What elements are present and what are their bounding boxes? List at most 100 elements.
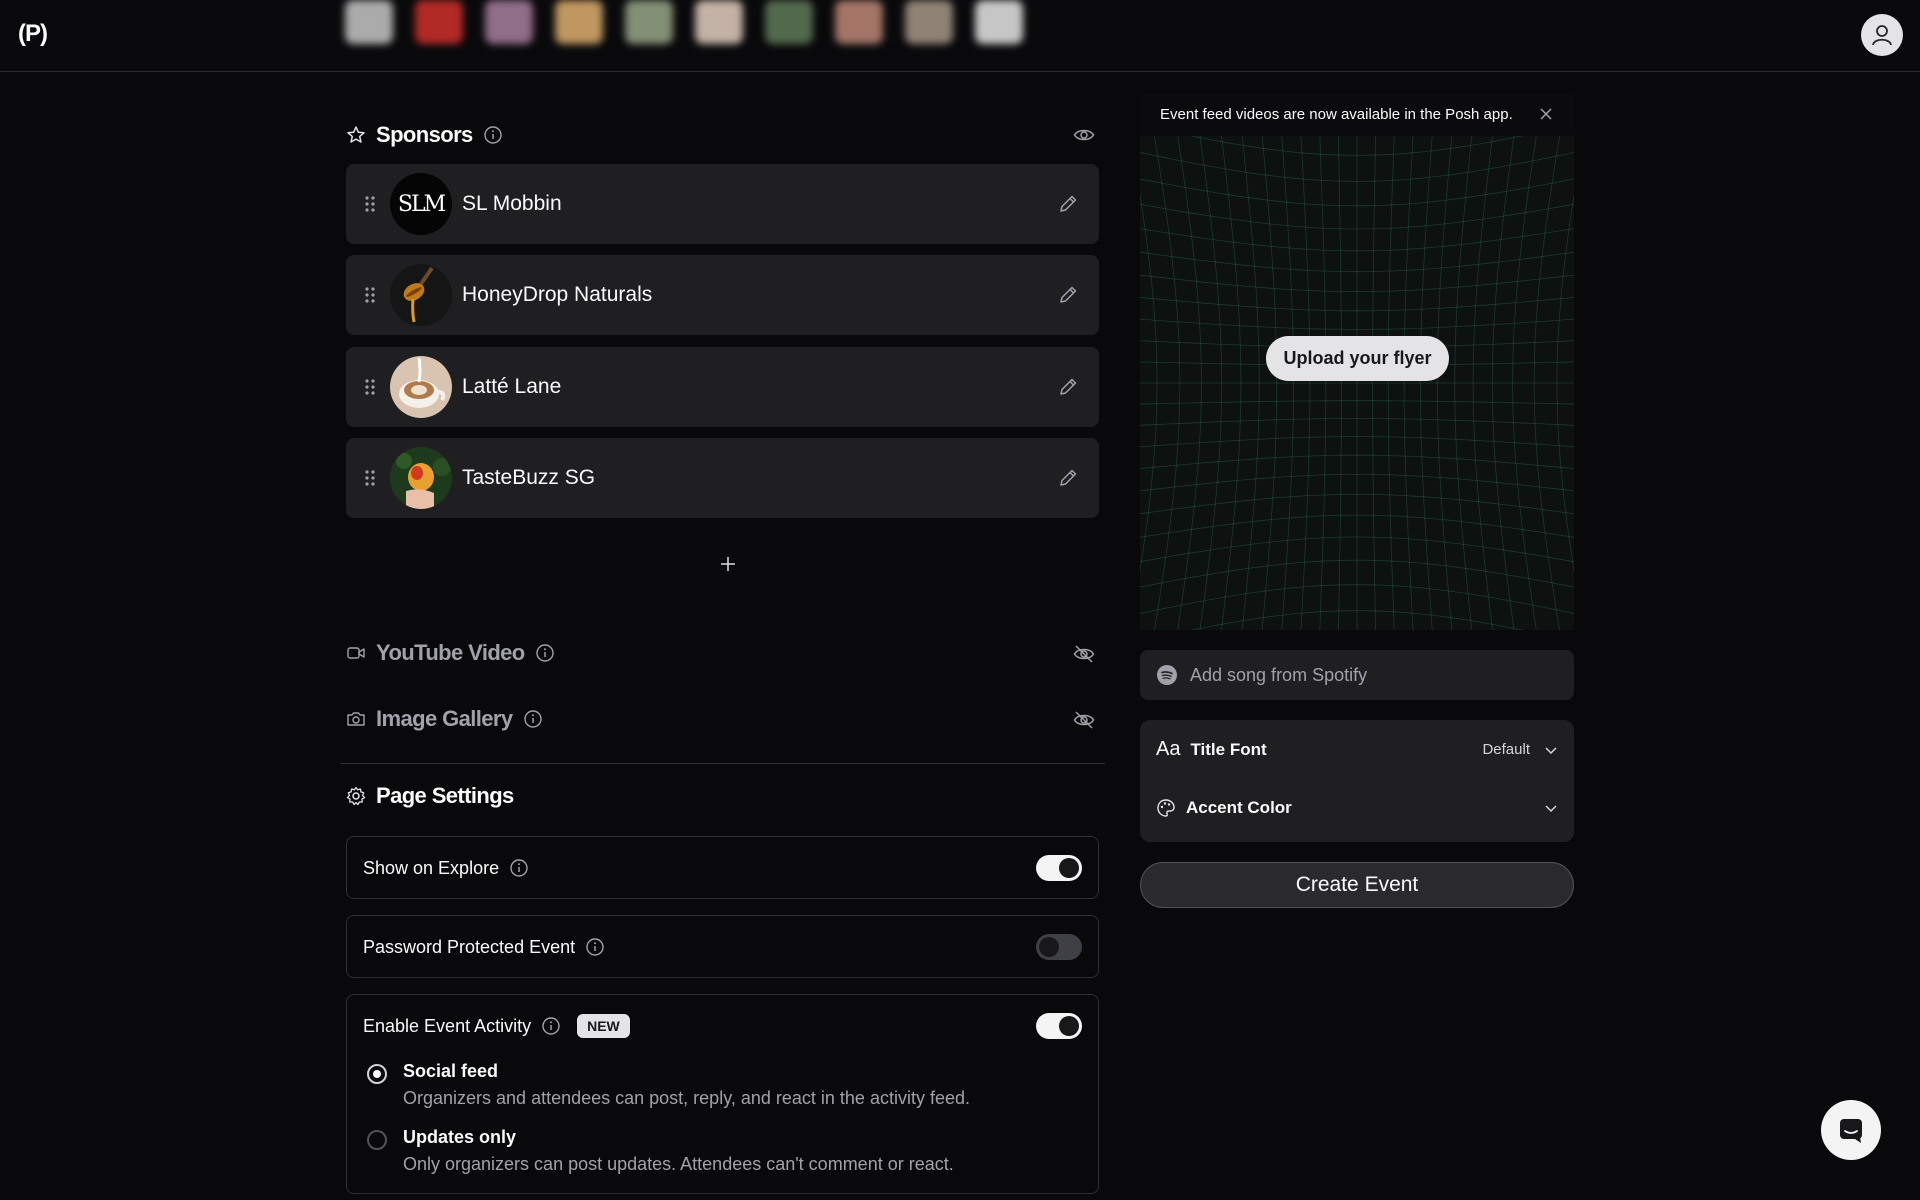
info-icon[interactable] <box>585 937 605 957</box>
gear-icon <box>346 786 366 806</box>
password-protected-toggle[interactable] <box>1036 934 1082 960</box>
section-divider <box>340 763 1105 764</box>
event-thumbnail <box>695 0 743 44</box>
honey-dipper-logo <box>390 264 452 326</box>
eye-icon[interactable] <box>1073 126 1095 144</box>
title-font-row[interactable]: Aa Title Font Default <box>1156 738 1558 761</box>
create-event-button[interactable]: Create Event <box>1140 862 1574 908</box>
grid-background <box>1140 136 1574 630</box>
spotify-song-input[interactable]: Add song from Spotify <box>1140 650 1574 700</box>
sponsor-row[interactable]: TasteBuzz SG <box>346 438 1099 518</box>
flyer-upload-area[interactable] <box>1140 136 1574 630</box>
event-thumbnail-strip <box>345 0 1095 56</box>
event-thumbnail <box>975 0 1023 44</box>
spotify-placeholder: Add song from Spotify <box>1190 664 1368 685</box>
chat-icon <box>1840 1119 1862 1143</box>
page-settings-header: Page Settings <box>346 783 514 809</box>
event-activity-setting: Enable Event Activity NEW Social feed Or… <box>346 994 1099 1194</box>
updates-only-radio[interactable] <box>367 1130 387 1150</box>
info-icon[interactable] <box>523 709 543 729</box>
sponsor-name: SL Mobbin <box>462 192 562 215</box>
support-chat-button[interactable] <box>1821 1100 1881 1160</box>
show-on-explore-toggle[interactable] <box>1036 855 1082 881</box>
drag-handle-icon[interactable] <box>362 286 378 304</box>
sponsor-name: TasteBuzz SG <box>462 466 596 489</box>
star-icon <box>347 126 365 143</box>
password-protected-label: Password Protected Event <box>363 936 576 957</box>
pencil-icon[interactable] <box>1057 284 1079 306</box>
spotify-icon <box>1157 665 1177 685</box>
social-feed-option[interactable]: Social feed Organizers and attendees can… <box>367 1061 970 1109</box>
sponsor-name: HoneyDrop Naturals <box>462 283 653 306</box>
announcement-banner: Event feed videos are now available in t… <box>1140 94 1574 134</box>
social-feed-description: Organizers and attendees can post, reply… <box>403 1088 970 1108</box>
accent-color-label: Accent Color <box>1186 798 1292 817</box>
eye-off-icon[interactable] <box>1073 710 1095 730</box>
mango-icon <box>390 447 452 509</box>
sponsors-title: Sponsors <box>376 122 473 147</box>
event-thumbnail <box>905 0 953 44</box>
honey-dipper-icon <box>390 264 452 326</box>
mango-hand-logo <box>390 447 452 509</box>
event-thumbnail <box>625 0 673 44</box>
event-thumbnail <box>555 0 603 44</box>
title-font-label: Title Font <box>1190 739 1267 759</box>
title-font-value: Default <box>1482 741 1530 758</box>
info-icon[interactable] <box>509 858 529 878</box>
accent-color-row[interactable]: Accent Color <box>1156 798 1558 818</box>
pencil-icon[interactable] <box>1057 376 1079 398</box>
style-settings-card: Aa Title Font Default Accent Color <box>1140 720 1574 842</box>
chevron-down-icon <box>1545 746 1557 754</box>
social-feed-radio[interactable] <box>367 1064 387 1084</box>
sponsor-logo-text: SLM <box>397 191 446 217</box>
new-badge: NEW <box>577 1014 630 1038</box>
youtube-header[interactable]: YouTube Video <box>346 640 555 666</box>
palette-icon <box>1157 799 1175 817</box>
drag-handle-icon[interactable] <box>362 469 378 487</box>
updates-only-title: Updates only <box>403 1127 517 1147</box>
updates-only-description: Only organizers can post updates. Attend… <box>403 1154 954 1174</box>
sponsor-row[interactable]: HoneyDrop Naturals <box>346 255 1099 335</box>
top-bar: (P) <box>0 0 1920 72</box>
profile-avatar-button[interactable] <box>1861 14 1903 56</box>
event-activity-toggle[interactable] <box>1036 1013 1082 1039</box>
sponsor-row[interactable]: SLM SL Mobbin <box>346 164 1099 244</box>
sponsor-logo: SLM <box>390 173 452 235</box>
event-thumbnail <box>345 0 393 44</box>
coffee-cup-icon <box>390 356 452 418</box>
event-thumbnail <box>485 0 533 44</box>
event-thumbnail <box>835 0 883 44</box>
event-activity-label: Enable Event Activity <box>363 1015 532 1036</box>
social-feed-title: Social feed <box>403 1061 499 1081</box>
announcement-text: Event feed videos are now available in t… <box>1160 105 1513 123</box>
pencil-icon[interactable] <box>1057 467 1079 489</box>
upload-flyer-button[interactable]: Upload your flyer <box>1266 336 1449 381</box>
image-gallery-header[interactable]: Image Gallery <box>346 706 543 732</box>
updates-only-option[interactable]: Updates only Only organizers can post up… <box>367 1127 954 1175</box>
youtube-title: YouTube Video <box>376 640 525 665</box>
sponsor-row[interactable]: Latté Lane <box>346 347 1099 427</box>
show-on-explore-label: Show on Explore <box>363 857 500 878</box>
info-icon[interactable] <box>541 1016 561 1036</box>
info-icon[interactable] <box>483 125 503 145</box>
event-thumbnail <box>765 0 813 44</box>
page-settings-title: Page Settings <box>376 783 514 808</box>
eye-off-icon[interactable] <box>1073 644 1095 664</box>
user-icon <box>1872 25 1892 46</box>
drag-handle-icon[interactable] <box>362 195 378 213</box>
sponsors-header: Sponsors <box>346 122 503 148</box>
font-icon: Aa <box>1156 738 1181 760</box>
close-icon[interactable] <box>1538 106 1554 122</box>
latte-cup-logo <box>390 356 452 418</box>
camera-icon <box>347 712 365 726</box>
chevron-down-icon <box>1545 805 1557 813</box>
posh-logo[interactable]: (P) <box>18 20 48 48</box>
add-sponsor-button[interactable] <box>719 555 737 573</box>
drag-handle-icon[interactable] <box>362 378 378 396</box>
info-icon[interactable] <box>535 643 555 663</box>
pencil-icon[interactable] <box>1057 193 1079 215</box>
event-thumbnail <box>415 0 463 44</box>
image-gallery-title: Image Gallery <box>376 706 513 731</box>
sponsor-name: Latté Lane <box>462 375 562 398</box>
video-camera-icon <box>347 647 365 659</box>
